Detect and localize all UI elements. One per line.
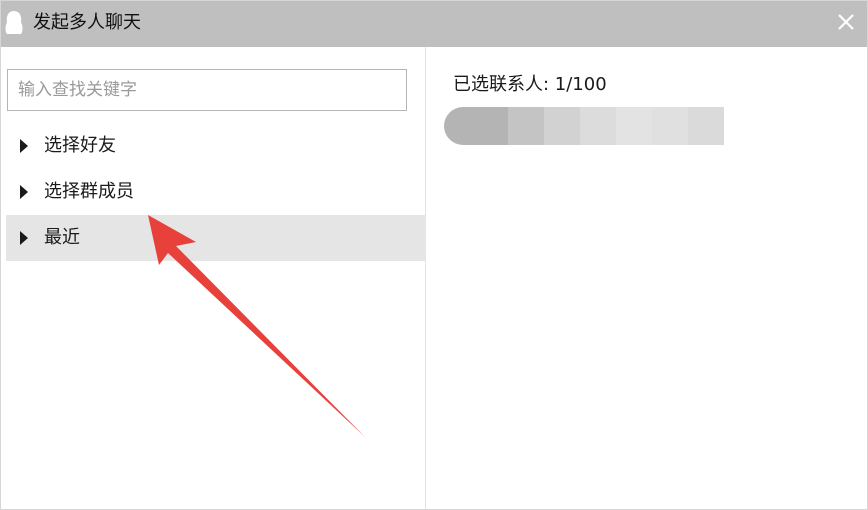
- title-bar[interactable]: 发起多人聊天: [1, 1, 867, 47]
- tree-item-label: 选择群成员: [44, 181, 134, 202]
- contact-picker-pane: 选择好友 选择群成员 最近: [1, 47, 426, 509]
- expand-arrow-icon[interactable]: [20, 231, 28, 245]
- tree-item-group-members[interactable]: 选择群成员: [6, 169, 426, 215]
- blurred-name-block: [688, 107, 724, 145]
- blurred-name-block: [616, 107, 652, 145]
- tree-item-label: 选择好友: [44, 135, 116, 156]
- blurred-name-block: [544, 107, 580, 145]
- expand-arrow-icon[interactable]: [20, 185, 28, 199]
- tree-item-recent[interactable]: 最近: [6, 215, 426, 261]
- close-icon[interactable]: [831, 7, 861, 37]
- window-title: 发起多人聊天: [33, 12, 141, 33]
- tree-item-friends[interactable]: 选择好友: [6, 123, 426, 169]
- selected-contacts-count: 已选联系人: 1/100: [453, 74, 607, 95]
- blurred-avatar: [444, 107, 508, 145]
- blurred-name-block: [580, 107, 616, 145]
- penguin-icon: [5, 11, 23, 34]
- expand-arrow-icon[interactable]: [20, 139, 28, 153]
- search-input[interactable]: [7, 69, 407, 111]
- dialog-window: 发起多人聊天 选择好友 选择群成员 最近 已选联系人: 1/100: [0, 0, 868, 510]
- blurred-name-block: [652, 107, 688, 145]
- selected-contact-chip[interactable]: [444, 99, 724, 149]
- blurred-name-block: [508, 107, 544, 145]
- tree-item-label: 最近: [44, 227, 80, 248]
